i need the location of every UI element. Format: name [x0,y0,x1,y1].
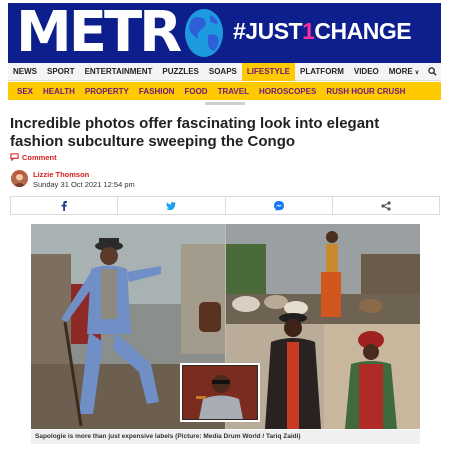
image-caption: Sapologie is more than just expensive la… [35,433,301,440]
campaign-number: 1 [302,18,315,44]
chevron-down-icon: ∨ [414,69,420,76]
search-icon[interactable] [424,63,441,81]
share-messenger-button[interactable] [226,197,333,214]
subnav-item-travel[interactable]: TRAVEL [213,87,254,96]
subnav-item-property[interactable]: PROPERTY [80,87,134,96]
just1change-campaign[interactable]: #JUST1CHANGE [233,17,412,45]
subnav-item-food[interactable]: FOOD [179,87,212,96]
nav-item-lifestyle[interactable]: LIFESTYLE [241,62,296,81]
share-icon [381,200,391,211]
article-hero-image[interactable] [31,224,420,429]
subnav-item-health[interactable]: HEALTH [38,87,80,96]
metro-logo[interactable]: METR [16,5,182,61]
comment-label: Comment [22,152,57,162]
nav-item-puzzles[interactable]: PUZZLES [157,63,203,81]
subnav-item-horoscopes[interactable]: HOROSCOPES [254,87,321,96]
author-name[interactable]: Lizzie Thomson [33,170,89,179]
messenger-icon [273,200,284,211]
campaign-suffix: CHANGE [314,18,412,44]
article-headline: Incredible photos offer fascinating look… [10,115,380,150]
nav-item-more[interactable]: MORE ∨ [384,63,424,81]
nav-item-entertainment[interactable]: ENTERTAINMENT [80,63,158,81]
globe-icon [184,7,224,59]
campaign-prefix: #JUST [233,18,303,44]
comment-icon [10,153,19,161]
nav-more-label: MORE [388,66,413,76]
comment-link[interactable]: Comment [10,152,57,162]
image-caption-bar: Sapologie is more than just expensive la… [31,430,420,444]
sapeur-photo-collage [31,224,420,429]
nav-item-video[interactable]: VIDEO [349,63,384,81]
ad-placeholder [205,102,245,105]
subnav-item-fashion[interactable]: FASHION [134,87,180,96]
avatar[interactable] [11,170,28,187]
twitter-icon [166,201,177,210]
nav-item-soaps[interactable]: SOAPS [204,63,242,81]
publish-date: Sunday 31 Oct 2021 12:54 pm [33,180,135,189]
lifestyle-subnav: SEX HEALTH PROPERTY FASHION FOOD TRAVEL … [8,82,441,100]
subnav-item-sex[interactable]: SEX [12,87,38,96]
nav-item-platform[interactable]: PLATFORM [295,63,349,81]
share-facebook-button[interactable] [11,197,119,214]
subnav-item-rush-hour-crush[interactable]: RUSH HOUR CRUSH [321,87,410,96]
facebook-icon [61,200,68,211]
main-nav: NEWS SPORT ENTERTAINMENT PUZZLES SOAPS L… [8,62,441,81]
nav-item-sport[interactable]: SPORT [42,63,80,81]
share-bar [10,196,440,215]
nav-item-news[interactable]: NEWS [8,63,42,81]
share-twitter-button[interactable] [118,197,226,214]
share-more-button[interactable] [333,197,439,214]
metro-banner[interactable]: METR #JUST1CHANGE [8,3,441,63]
